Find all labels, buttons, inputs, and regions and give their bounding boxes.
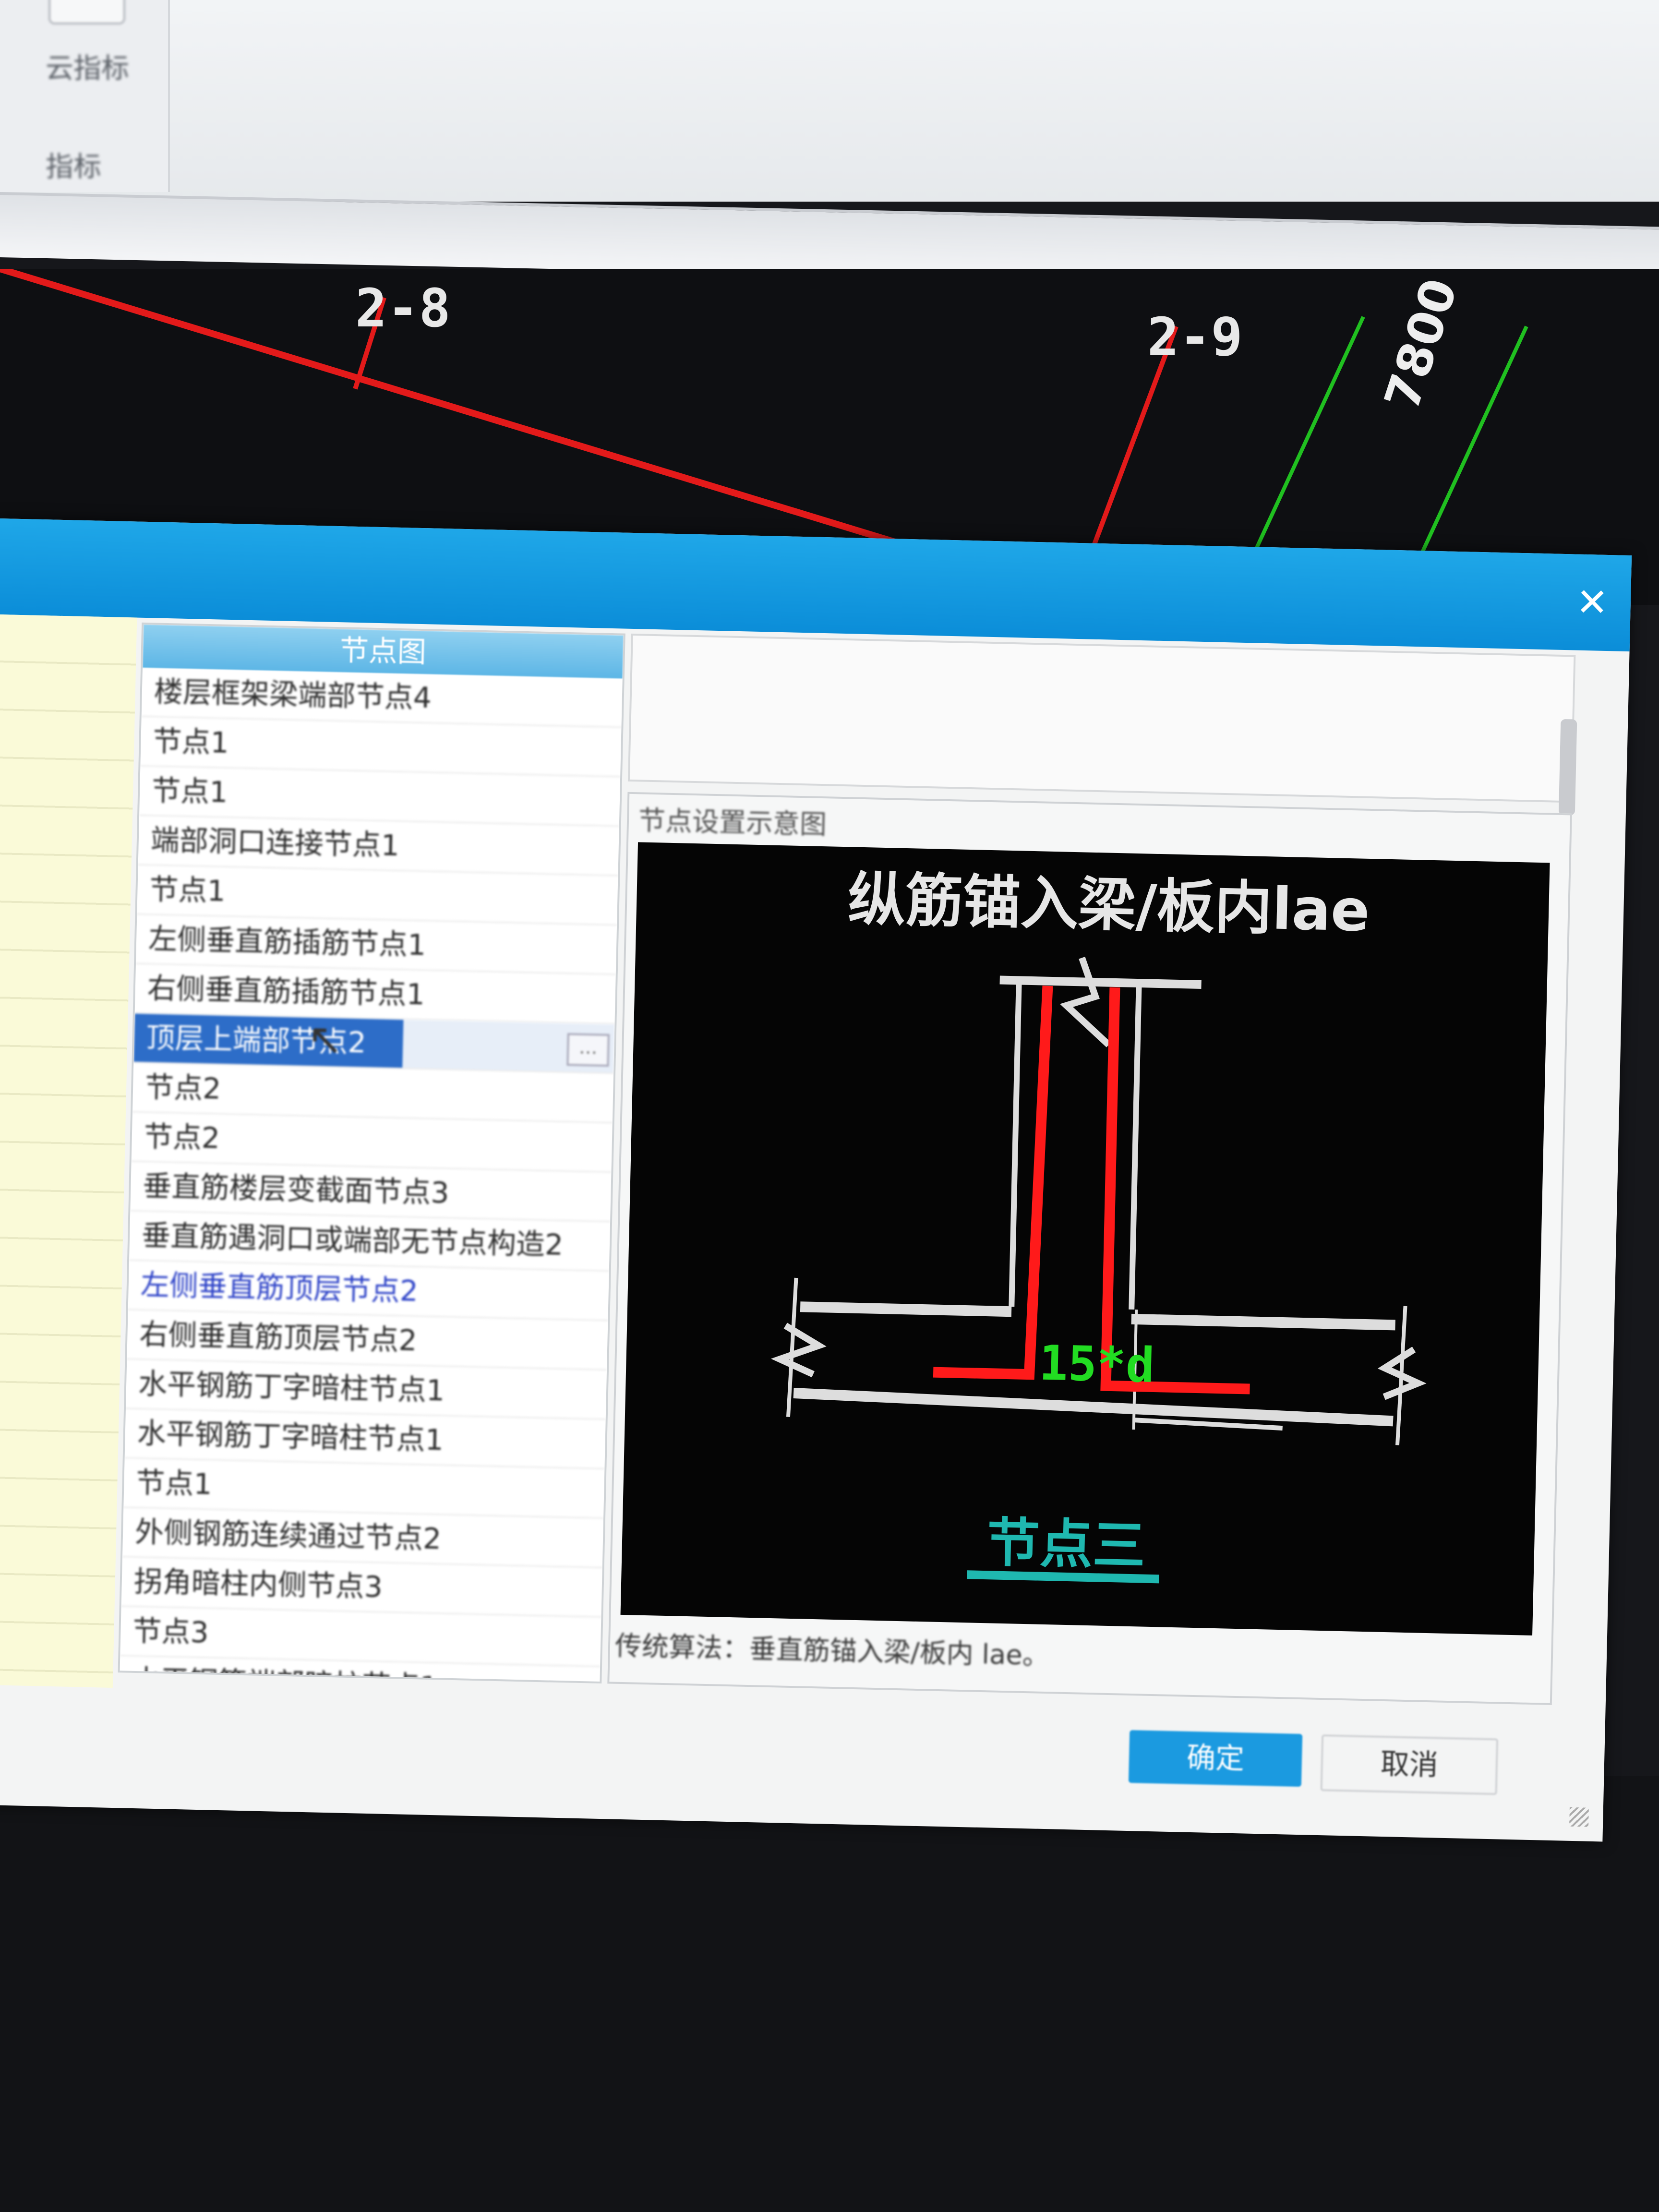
list-item-label: 楼层框架梁端部节点4 <box>154 675 432 715</box>
node-label: 节点三 <box>986 1512 1146 1576</box>
info-box <box>627 633 1577 816</box>
list-item-label: 水平钢筋端部暗柱节点1 <box>131 1664 438 1683</box>
list-item-label: 左侧垂直筋顶层节点2 <box>140 1268 419 1309</box>
list-item-label: 右侧垂直筋顶层节点2 <box>139 1318 418 1358</box>
preview-group: 节点设置示意图 纵筋锚入梁/板内lae 15*d 节点三 传统算法：垂直筋锚入梁… <box>607 792 1572 1705</box>
beam-line-red <box>0 269 914 551</box>
axis-label-2-8: 2-8 <box>355 277 451 339</box>
beam-top-right <box>1131 1313 1395 1331</box>
dimension-label-15d: 15*d <box>1038 1335 1155 1394</box>
list-item-label: 节点2 <box>144 1070 222 1106</box>
wall-right-edge <box>1129 983 1142 1310</box>
scrollbar[interactable] <box>1558 719 1577 816</box>
list-item-label: 节点1 <box>135 1466 213 1502</box>
list-item-label: 外侧钢筋连续通过节点2 <box>134 1515 442 1556</box>
list-item-label: 拐角暗柱内侧节点3 <box>133 1564 383 1604</box>
ok-button[interactable]: 确定 <box>1128 1730 1303 1787</box>
list-item-label: 节点3 <box>132 1614 209 1650</box>
toolbar-button[interactable] <box>48 0 126 25</box>
mouse-cursor-icon: ↖ <box>306 1013 344 1065</box>
app-toolbar: 云指标 指标 <box>0 0 1659 202</box>
toolbar-label-index[interactable]: 指标 <box>46 144 101 184</box>
algorithm-description: 传统算法：垂直筋锚入梁/板内 lae。 <box>614 1630 1050 1672</box>
list-item-label: 右侧垂直筋插筋节点1 <box>147 972 425 1012</box>
cancel-button[interactable]: 取消 <box>1320 1734 1499 1795</box>
resize-grip[interactable] <box>1569 1807 1589 1827</box>
toolbar-label-cloud-index[interactable]: 云指标 <box>46 46 129 86</box>
break-symbol-top <box>1059 957 1111 1047</box>
list-item-label: 水平钢筋丁字暗柱节点1 <box>138 1367 445 1408</box>
slab-top-line <box>999 975 1202 989</box>
close-icon[interactable]: ✕ <box>1573 580 1612 625</box>
ellipsis-button[interactable]: ... <box>566 1033 610 1067</box>
dimension-label: 7800 <box>1374 272 1468 417</box>
preview-pane: 节点设置示意图 纵筋锚入梁/板内lae 15*d 节点三 传统算法：垂直筋锚入梁… <box>607 633 1586 1705</box>
diagram-title: 纵筋锚入梁/板内lae <box>847 866 1370 945</box>
wall-left-edge <box>1009 980 1022 1307</box>
dim-line-green-1 <box>1246 316 1365 567</box>
node-settings-dialog: ✕ 节点图 楼层框架梁端部节点4 节点1 节点1 端部洞口连接节点1 节点1 左… <box>0 518 1632 1842</box>
list-item-label: 节点2 <box>144 1120 220 1155</box>
list-item-label: 节点1 <box>149 873 226 908</box>
property-grid-column <box>0 614 137 1688</box>
toolbar-panel: 云指标 指标 <box>0 0 170 192</box>
axis-label-2-9: 2-9 <box>1147 306 1243 368</box>
list-item-label: 端部洞口连接节点1 <box>150 823 400 863</box>
node-label-underline <box>967 1570 1159 1584</box>
beam-top-left <box>800 1301 1012 1317</box>
node-diagram: 纵筋锚入梁/板内lae 15*d 节点三 <box>620 842 1550 1636</box>
beam-bottom <box>793 1387 1394 1427</box>
preview-group-legend: 节点设置示意图 <box>638 805 827 841</box>
break-symbol-right <box>1377 1346 1427 1400</box>
list-item-label: 垂直筋遇洞口或端部无节点构造2 <box>141 1219 564 1262</box>
list-item-label: 节点1 <box>152 724 229 760</box>
node-list-items: 楼层框架梁端部节点4 节点1 节点1 端部洞口连接节点1 节点1 左侧垂直筋插筋… <box>119 667 623 1684</box>
rebar-right <box>1100 987 1250 1395</box>
dimension-line <box>1133 1418 1283 1431</box>
list-item-label: 节点1 <box>151 774 228 809</box>
monitor-bezel <box>0 1776 1659 2212</box>
list-item-label: 垂直筋楼层变截面节点3 <box>142 1169 450 1210</box>
list-item-label: 左侧垂直筋插筋节点1 <box>148 922 427 962</box>
node-list: 节点图 楼层框架梁端部节点4 节点1 节点1 端部洞口连接节点1 节点1 左侧垂… <box>118 622 625 1684</box>
break-symbol-left <box>770 1322 827 1378</box>
list-item-label: 水平钢筋丁字暗柱节点1 <box>137 1416 444 1457</box>
